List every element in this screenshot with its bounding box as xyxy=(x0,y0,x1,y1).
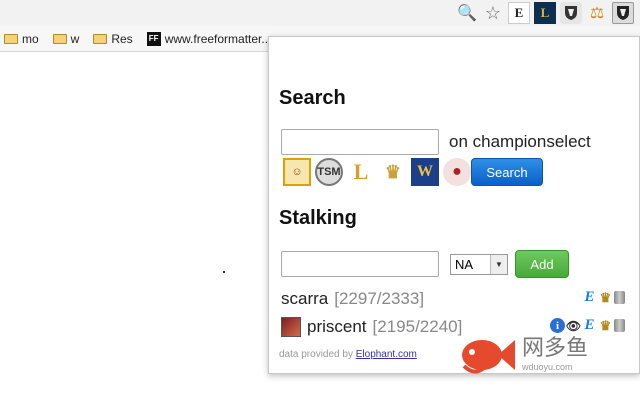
player-actions: i 👁 E ♛ xyxy=(550,317,625,333)
stalked-player-row[interactable]: priscent [2195/2240] xyxy=(281,317,462,337)
avatar xyxy=(281,317,301,337)
star-icon[interactable]: ☆ xyxy=(482,2,504,24)
tsm-icon[interactable]: TSM xyxy=(315,158,343,186)
folder-icon xyxy=(52,33,67,44)
bookmark-folder-mo[interactable]: mo xyxy=(4,32,39,46)
bookmark-folder-res[interactable]: Res xyxy=(93,31,133,46)
bookmark-label: Res xyxy=(111,31,133,46)
shield-ext-icon[interactable] xyxy=(560,2,582,24)
search-heading: Search xyxy=(279,87,346,109)
freeformatter-icon: FF xyxy=(146,31,161,46)
folder-icon xyxy=(93,33,108,44)
extension-icons: 🔍 ☆ E L ⚖ xyxy=(456,0,640,26)
scale-ext-icon[interactable]: ⚖ xyxy=(586,2,608,24)
search-scope-label: on championselect xyxy=(449,132,591,151)
fish-logo-icon xyxy=(462,340,515,374)
trash-icon[interactable] xyxy=(614,319,625,332)
trash-icon[interactable] xyxy=(614,291,625,304)
summoner-search-input[interactable] xyxy=(281,129,439,155)
folder-icon xyxy=(4,33,18,44)
player-name[interactable]: priscent xyxy=(307,317,367,337)
lol-ext-icon[interactable]: L xyxy=(534,2,556,24)
shield-active-icon[interactable] xyxy=(612,2,634,24)
zoom-icon[interactable]: 🔍 xyxy=(456,2,478,24)
bird-icon[interactable]: ● xyxy=(443,158,471,186)
info-icon[interactable]: i xyxy=(550,318,565,333)
elophant-icon[interactable]: E xyxy=(582,317,597,333)
elophant-link[interactable]: Elophant.com xyxy=(356,349,417,360)
stalk-summoner-input[interactable] xyxy=(281,251,439,277)
region-select[interactable]: NA ▼ xyxy=(450,254,508,275)
footer-text: data provided by xyxy=(279,349,353,360)
chevron-down-icon: ▼ xyxy=(490,255,507,274)
lol-icon[interactable]: L xyxy=(347,158,375,186)
player-name[interactable]: scarra xyxy=(281,289,328,309)
player-actions: E ♛ xyxy=(582,289,625,305)
site-icons-row: ☺ TSM L ♛ W ● xyxy=(283,158,471,186)
bookmark-label: w xyxy=(70,31,80,46)
crown-icon[interactable]: ♛ xyxy=(598,290,613,305)
stalked-player-row[interactable]: scarra [2297/2333] xyxy=(281,289,424,309)
player-rating: [2297/2333] xyxy=(334,289,425,308)
crown-icon[interactable]: ♛ xyxy=(379,158,407,186)
champion-icon[interactable]: ☺ xyxy=(283,158,311,186)
region-value: NA xyxy=(455,257,474,272)
browser-toolbar: 🔍 ☆ E L ⚖ xyxy=(0,0,640,26)
eye-icon[interactable]: 👁 xyxy=(566,318,581,333)
watermark: 网多鱼 wduoyu.com xyxy=(460,332,588,378)
player-rating: [2195/2240] xyxy=(372,317,463,336)
data-source-footer: data provided by Elophant.com xyxy=(279,349,417,360)
bookmark-freeformatter[interactable]: FF www.freeformatter... xyxy=(146,31,272,46)
stalking-heading: Stalking xyxy=(279,207,357,229)
warcraft-icon[interactable]: W xyxy=(411,158,439,186)
bookmark-folder-w[interactable]: w xyxy=(52,31,80,46)
search-button[interactable]: Search xyxy=(471,158,543,186)
e-ext-icon[interactable]: E xyxy=(508,2,530,24)
add-button[interactable]: Add xyxy=(515,250,569,278)
watermark-cn: 网多鱼 xyxy=(522,336,589,361)
page-dot xyxy=(223,271,225,273)
elophant-icon[interactable]: E xyxy=(582,289,597,305)
bookmark-label: mo xyxy=(22,31,39,46)
watermark-url: wduoyu.com xyxy=(522,362,573,372)
crown-icon[interactable]: ♛ xyxy=(598,318,613,333)
bookmark-label: www.freeformatter... xyxy=(164,31,272,46)
extension-popup: Search on championselect ☺ TSM L ♛ W ● S… xyxy=(268,36,640,374)
